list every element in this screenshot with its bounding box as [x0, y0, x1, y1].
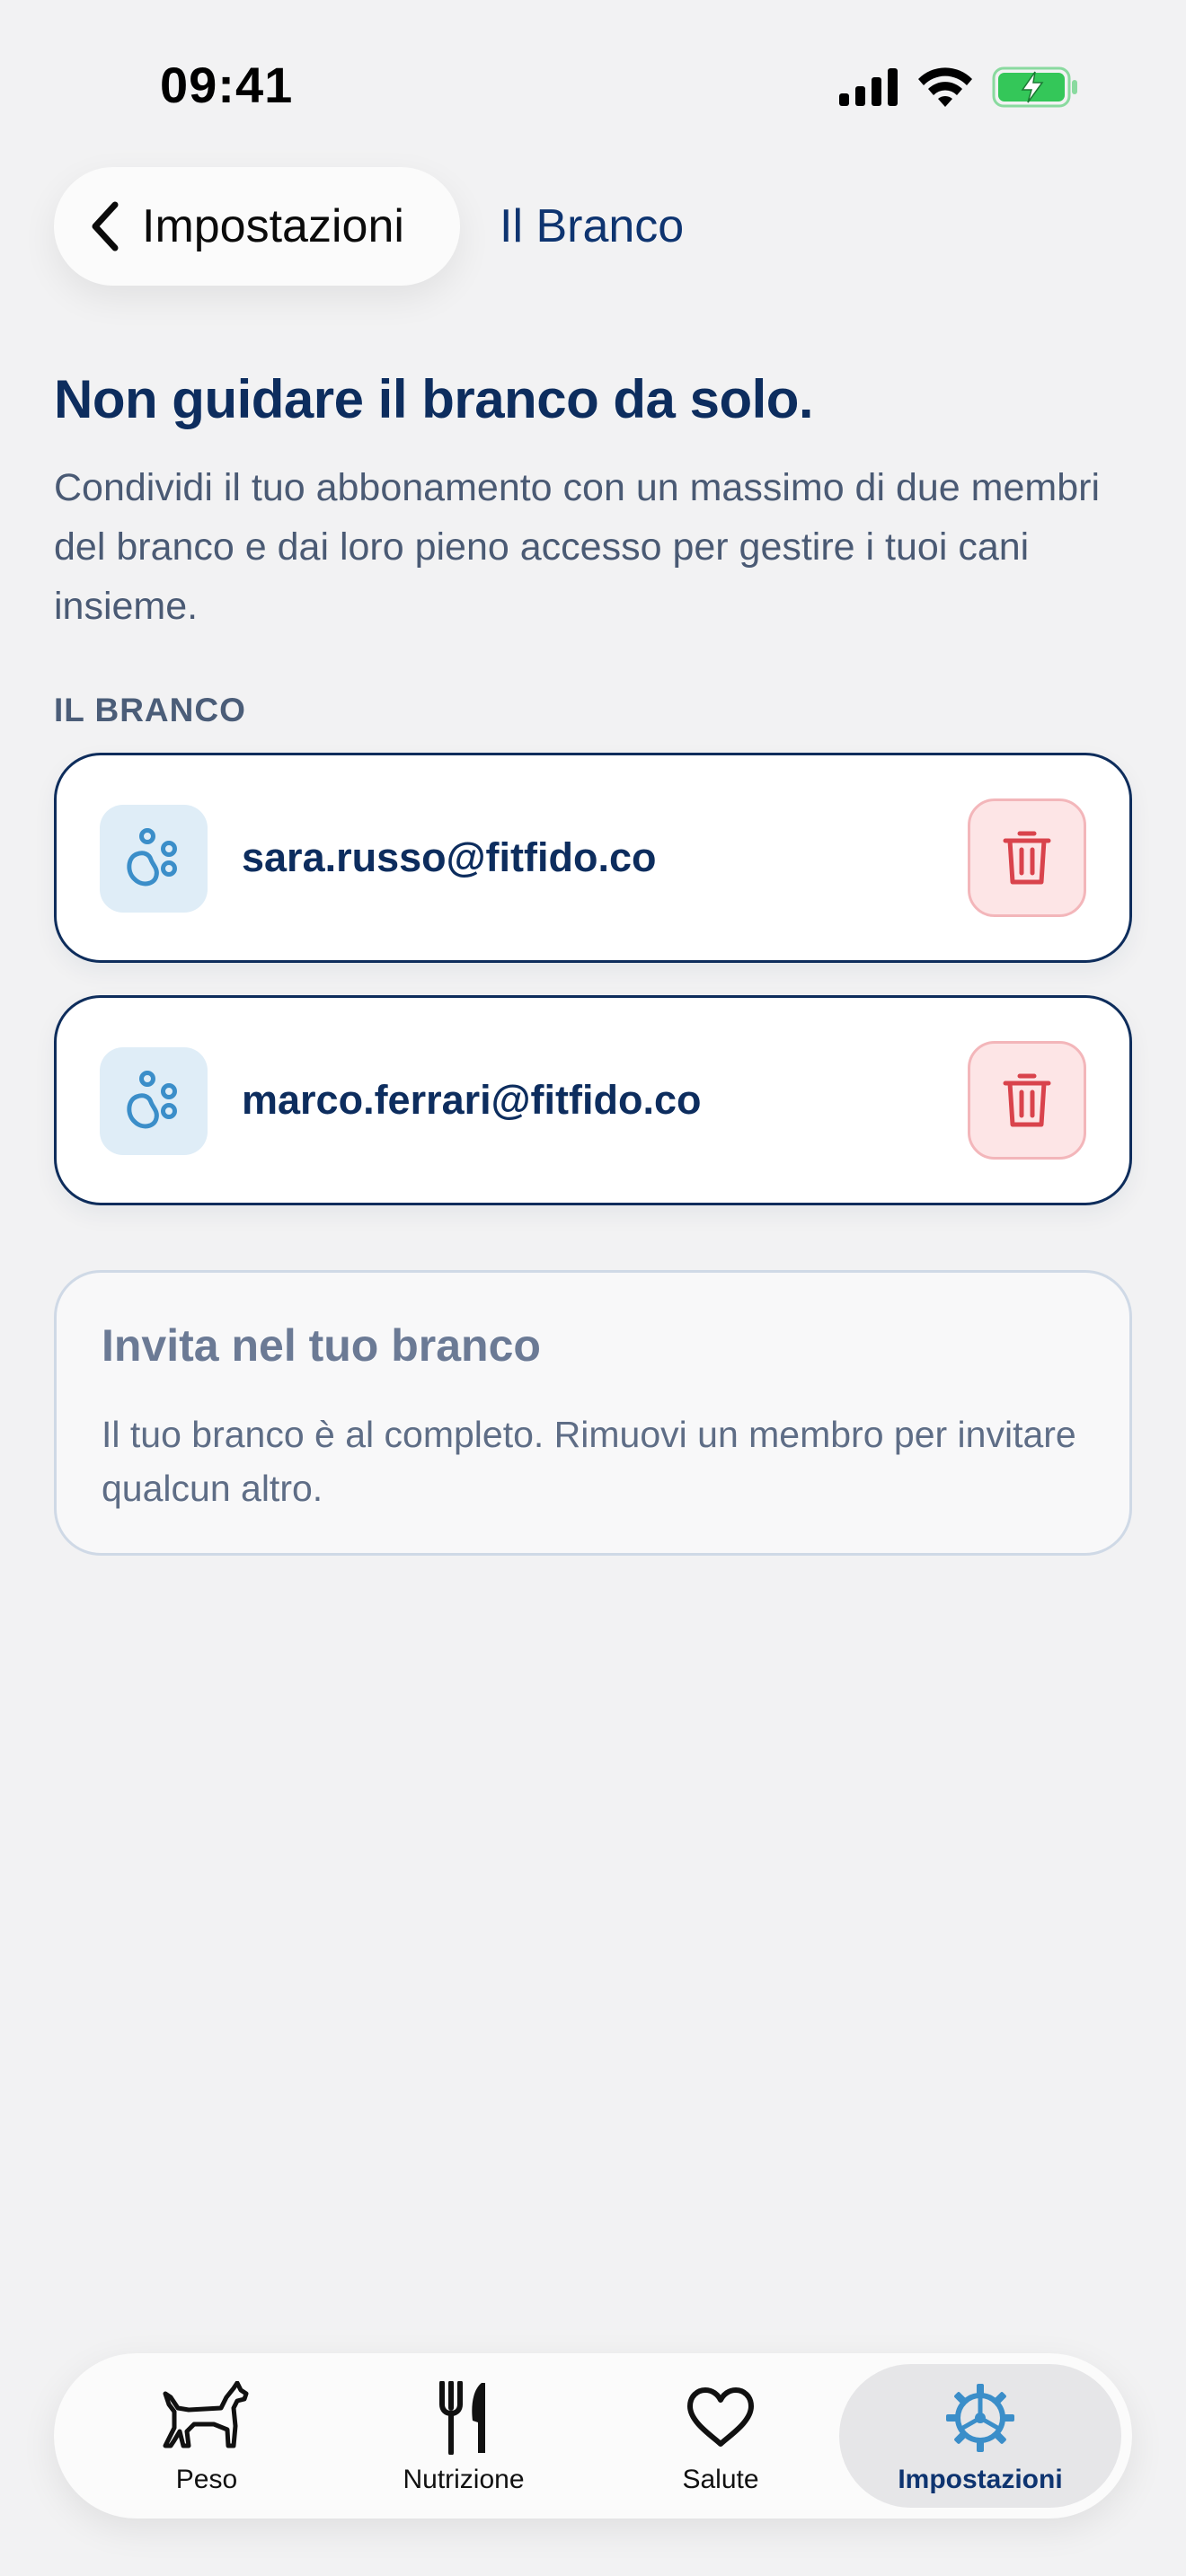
- screen: 09:41 Impostazioni Il Branco Non guidare…: [0, 0, 1186, 2576]
- wifi-icon: [918, 67, 972, 107]
- member-avatar: [100, 805, 208, 913]
- paw-icon: [127, 1071, 177, 1129]
- tab-label: Peso: [175, 2465, 238, 2494]
- invite-title: Invita nel tuo branco: [102, 1320, 541, 1371]
- chevron-left-icon: [92, 201, 119, 251]
- paw-icon: [127, 828, 177, 887]
- back-button[interactable]: Impostazioni: [54, 167, 460, 286]
- tab-bar: Peso Nutrizione Salute Impostazioni: [54, 2353, 1132, 2519]
- intro-description: Condividi il tuo abbonamento con un mass…: [54, 466, 1101, 628]
- tab-label: Impostazioni: [898, 2465, 1063, 2494]
- member-card: sara.russo@fitfido.co: [54, 753, 1132, 963]
- member-email: marco.ferrari@fitfido.co: [242, 1077, 702, 1123]
- cellular-signal-icon: [839, 68, 898, 106]
- member-card: marco.ferrari@fitfido.co: [54, 995, 1132, 1205]
- tab-peso[interactable]: Peso: [90, 2364, 323, 2508]
- heart-icon: [686, 2377, 755, 2459]
- status-icons: [839, 66, 1078, 108]
- invite-description: Il tuo branco è al completo. Rimuovi un …: [102, 1414, 1076, 1509]
- remove-member-button[interactable]: [968, 798, 1086, 917]
- trash-icon: [1003, 831, 1051, 885]
- fork-knife-icon: [437, 2377, 491, 2459]
- gear-icon: [944, 2377, 1016, 2459]
- dog-icon: [162, 2377, 252, 2459]
- back-label: Impostazioni: [142, 200, 404, 252]
- invite-card: Invita nel tuo branco Il tuo branco è al…: [54, 1270, 1132, 1556]
- status-time: 09:41: [160, 57, 294, 113]
- page-title: Il Branco: [500, 200, 685, 252]
- tab-nutrizione[interactable]: Nutrizione: [347, 2364, 580, 2508]
- trash-icon: [1003, 1073, 1051, 1127]
- section-label: IL BRANCO: [54, 692, 246, 728]
- member-email: sara.russo@fitfido.co: [242, 834, 657, 880]
- tab-salute[interactable]: Salute: [604, 2364, 837, 2508]
- status-bar: 09:41: [0, 54, 1186, 117]
- member-avatar: [100, 1047, 208, 1155]
- tab-label: Nutrizione: [403, 2465, 525, 2494]
- battery-charging-icon: [992, 66, 1077, 108]
- tab-label: Salute: [682, 2465, 759, 2494]
- remove-member-button[interactable]: [968, 1041, 1086, 1160]
- tab-impostazioni[interactable]: Impostazioni: [839, 2364, 1121, 2508]
- headline: Non guidare il branco da solo.: [54, 369, 814, 429]
